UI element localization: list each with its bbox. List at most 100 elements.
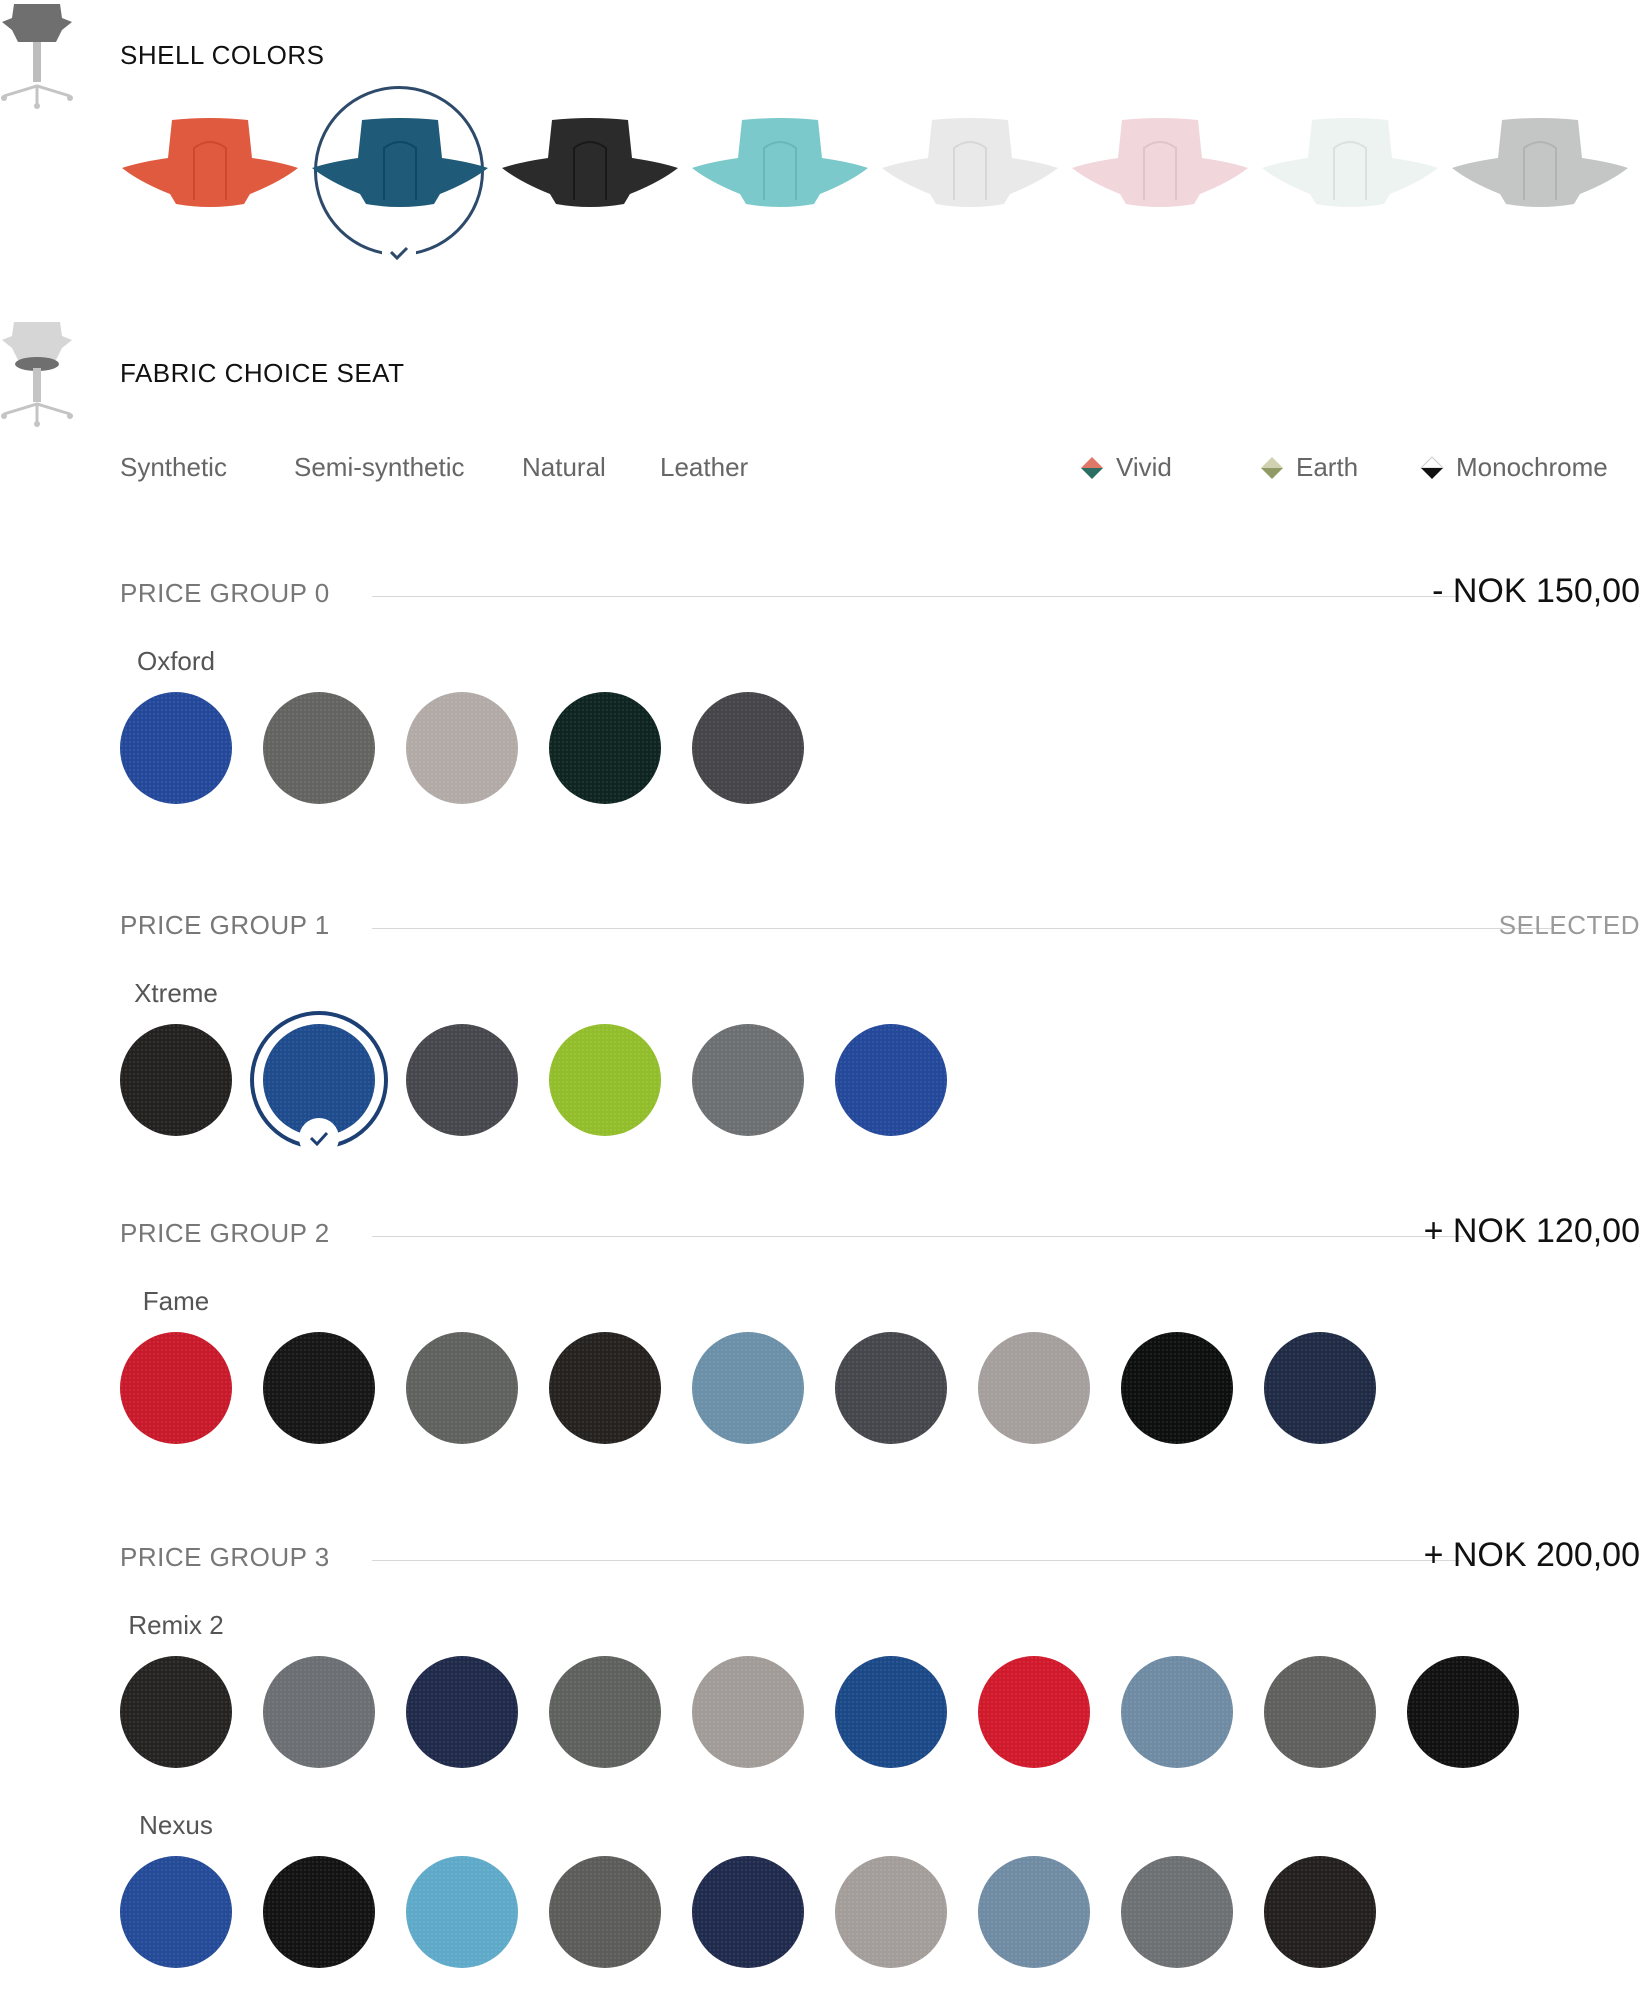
fabric-swatch[interactable] xyxy=(549,1856,661,1968)
price-group-header: PRICE GROUP 2 + NOK 120,00 xyxy=(120,1212,1640,1256)
price-group-price: + NOK 200,00 xyxy=(1423,1536,1640,1574)
price-group-label: PRICE GROUP 0 xyxy=(120,578,330,608)
fabric-swatch[interactable] xyxy=(120,1856,232,1968)
fabric-swatch[interactable] xyxy=(692,1656,804,1768)
filter-leather[interactable]: Leather xyxy=(660,452,748,483)
fabric-swatch[interactable] xyxy=(1264,1856,1376,1968)
divider xyxy=(372,928,1552,929)
fabric-texture xyxy=(120,1656,232,1768)
fabric-swatch[interactable] xyxy=(263,1856,375,1968)
shell-shape xyxy=(1072,118,1248,207)
fabric-texture xyxy=(978,1656,1090,1768)
fabric-swatch[interactable] xyxy=(692,1024,804,1136)
fabric-swatch[interactable] xyxy=(406,1024,518,1136)
fabric-texture xyxy=(263,1856,375,1968)
fabric-swatch[interactable] xyxy=(1121,1656,1233,1768)
fabric-swatch[interactable] xyxy=(549,1332,661,1444)
price-group-header: PRICE GROUP 0 - NOK 150,00 xyxy=(120,572,1640,616)
shell-shape xyxy=(882,118,1058,207)
shell-shape xyxy=(1262,118,1438,207)
fabric-texture xyxy=(263,692,375,804)
shell-color-option[interactable] xyxy=(690,78,872,268)
fabric-swatch[interactable] xyxy=(1264,1332,1376,1444)
check-icon xyxy=(299,1118,339,1158)
fabric-swatch[interactable] xyxy=(406,1332,518,1444)
fabric-name: Oxford xyxy=(136,646,216,676)
fabric-swatch[interactable] xyxy=(1121,1856,1233,1968)
fabric-texture xyxy=(263,1332,375,1444)
shell-shape xyxy=(122,118,298,207)
fabric-texture xyxy=(1407,1656,1519,1768)
fabric-name: Nexus xyxy=(139,1810,213,1840)
fabric-swatch[interactable] xyxy=(263,1656,375,1768)
fabric-swatch[interactable] xyxy=(263,1332,375,1444)
fabric-swatch[interactable] xyxy=(120,1332,232,1444)
fabric-swatch[interactable] xyxy=(692,692,804,804)
fabric-texture xyxy=(549,1656,661,1768)
shell-colors-title: SHELL COLORS xyxy=(120,40,325,70)
fabric-swatch[interactable] xyxy=(120,1024,232,1136)
fabric-swatch[interactable] xyxy=(835,1656,947,1768)
shell-color-option[interactable] xyxy=(1450,78,1632,268)
fabric-swatch[interactable] xyxy=(835,1024,947,1136)
fabric-swatch[interactable] xyxy=(549,1024,661,1136)
shell-color-option[interactable] xyxy=(1260,78,1442,268)
shell-shape xyxy=(692,118,868,207)
fabric-texture xyxy=(692,1332,804,1444)
fabric-swatch[interactable] xyxy=(1121,1332,1233,1444)
fabric-swatch[interactable] xyxy=(406,1856,518,1968)
palette-earth-label: Earth xyxy=(1296,452,1359,482)
fabric-swatch[interactable] xyxy=(549,692,661,804)
price-group-label: PRICE GROUP 2 xyxy=(120,1218,330,1248)
shell-color-option[interactable] xyxy=(1070,78,1252,268)
fabric-swatch[interactable] xyxy=(1407,1656,1519,1768)
fabric-swatch[interactable] xyxy=(978,1856,1090,1968)
fabric-swatch[interactable] xyxy=(120,692,232,804)
fabric-texture xyxy=(692,1656,804,1768)
fabric-filters: Synthetic Semi-synthetic Natural Leather… xyxy=(120,452,1640,492)
fabric-texture xyxy=(1264,1856,1376,1968)
fabric-swatch[interactable] xyxy=(692,1856,804,1968)
filter-natural[interactable]: Natural xyxy=(522,452,606,483)
fabric-swatch[interactable] xyxy=(406,1656,518,1768)
fabric-texture xyxy=(406,692,518,804)
fabric-texture xyxy=(549,1856,661,1968)
shell-color-option[interactable] xyxy=(500,78,682,268)
palette-vivid[interactable]: Vivid xyxy=(1080,452,1172,483)
fabric-swatch[interactable] xyxy=(549,1656,661,1768)
fabric-swatch[interactable] xyxy=(1264,1656,1376,1768)
palette-monochrome[interactable]: Monochrome xyxy=(1420,452,1608,483)
fabric-swatch[interactable] xyxy=(263,692,375,804)
fabric-texture xyxy=(549,1024,661,1136)
fabric-swatch[interactable] xyxy=(120,1656,232,1768)
fabric-swatch[interactable] xyxy=(406,692,518,804)
price-group-price: + NOK 120,00 xyxy=(1423,1212,1640,1250)
shell-color-option[interactable] xyxy=(310,78,492,268)
fabric-texture xyxy=(263,1656,375,1768)
fabric-swatch[interactable] xyxy=(978,1332,1090,1444)
fabric-swatch[interactable] xyxy=(978,1656,1090,1768)
fabric-texture xyxy=(549,692,661,804)
chair-seat-icon xyxy=(0,318,74,428)
fabric-swatch[interactable] xyxy=(692,1332,804,1444)
fabric-name: Fame xyxy=(142,1286,210,1316)
price-group-status: SELECTED xyxy=(1498,910,1640,940)
fabric-texture xyxy=(120,692,232,804)
shell-color-option[interactable] xyxy=(120,78,302,268)
fabric-swatch-row xyxy=(120,1856,1640,1986)
fabric-swatch[interactable] xyxy=(835,1856,947,1968)
filter-synthetic[interactable]: Synthetic xyxy=(120,452,227,483)
monochrome-diamond-icon xyxy=(1420,455,1444,479)
divider xyxy=(372,596,1460,597)
fabric-choice-title: FABRIC CHOICE SEAT xyxy=(120,358,405,388)
fabric-swatch-row xyxy=(120,692,1640,822)
price-group-header: PRICE GROUP 1 SELECTED xyxy=(120,904,1640,948)
palette-earth[interactable]: Earth xyxy=(1260,452,1358,483)
shell-color-option[interactable] xyxy=(880,78,1062,268)
filter-semi-synthetic[interactable]: Semi-synthetic xyxy=(294,452,465,483)
fabric-texture xyxy=(1121,1656,1233,1768)
shell-shape xyxy=(502,118,678,207)
fabric-swatch[interactable] xyxy=(835,1332,947,1444)
fabric-swatch-row xyxy=(120,1011,1640,1158)
fabric-texture xyxy=(120,1332,232,1444)
